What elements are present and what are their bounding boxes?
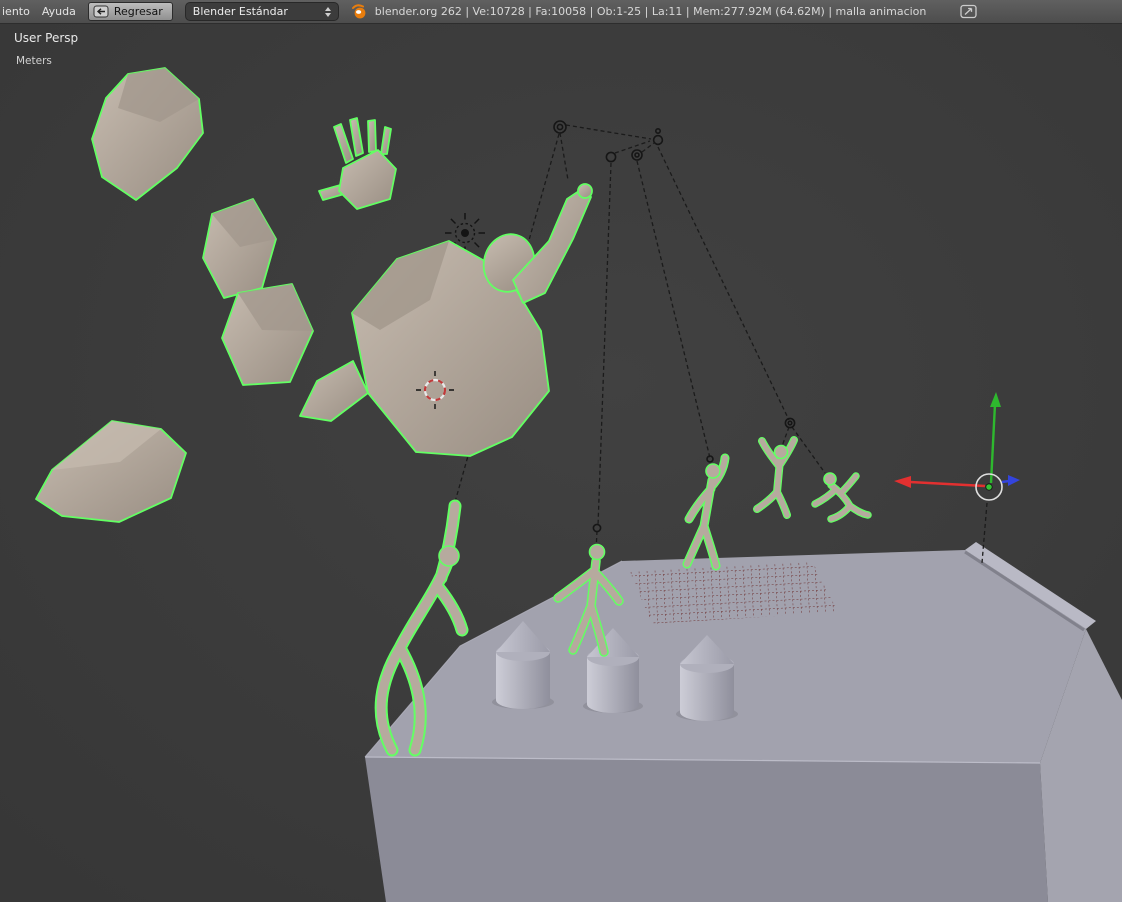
back-button-label: Regresar — [113, 5, 163, 18]
status-text: blender.org 262 | Ve:10728 | Fa:10058 | … — [374, 5, 927, 18]
up-down-arrows-icon — [324, 6, 331, 17]
viewport-grid-unit-label: Meters — [16, 55, 52, 67]
menu-item-partial[interactable]: iento — [2, 5, 30, 18]
scene-selector-dropdown[interactable]: Blender Estándar — [184, 2, 339, 21]
back-arrow-icon — [93, 5, 109, 18]
3d-viewport[interactable] — [0, 0, 1122, 902]
status-bar: blender.org 262 | Ve:10728 | Fa:10058 | … — [351, 3, 927, 20]
back-button[interactable]: Regresar — [87, 2, 173, 21]
blender-logo-icon — [351, 3, 368, 20]
axis-y-handle[interactable] — [1001, 479, 1010, 484]
viewport-view-mode-label: User Persp — [14, 31, 79, 45]
menu-item-ayuda[interactable]: Ayuda — [42, 5, 76, 18]
pop-out-window-icon[interactable] — [960, 4, 978, 19]
scene-selector-value: Blender Estándar — [192, 5, 288, 18]
header-bar: iento Ayuda Regresar Blender Estándar bl… — [0, 0, 1122, 24]
